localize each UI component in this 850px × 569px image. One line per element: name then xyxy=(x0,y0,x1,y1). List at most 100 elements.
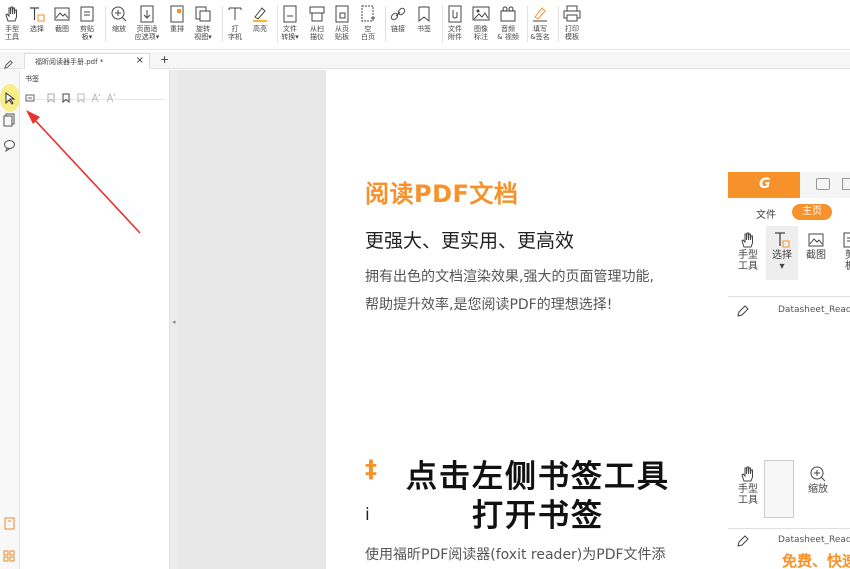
promo-text: 免费、快速 xyxy=(782,552,850,569)
folder-icon xyxy=(816,178,830,190)
ribbon-tool-label: 旋转 视图▾ xyxy=(194,25,212,41)
print-icon xyxy=(562,4,582,24)
section-body: 使用福昕PDF阅读器(foxit reader)为PDF文件添 xyxy=(365,547,666,563)
section-heading: ‡ xyxy=(365,455,377,483)
zoom-tool: 缩放 xyxy=(804,464,832,495)
save-icon xyxy=(842,178,850,190)
document-tab-bar: 福昕阅读器手册.pdf * × + xyxy=(0,52,850,69)
page-body-line: 帮助提升效率,是您阅读PDF的理想选择! xyxy=(365,297,613,313)
highlight-icon xyxy=(250,4,270,24)
ribbon-tool-label: 缩放 xyxy=(112,25,126,33)
ribbon-tool-screenshot[interactable]: 截图 xyxy=(49,4,75,48)
pages-icon[interactable] xyxy=(2,112,17,127)
blank-page-icon xyxy=(358,4,378,24)
ribbon-tool-print[interactable]: 打印 模板 xyxy=(559,4,585,48)
section-subheading: i xyxy=(365,505,370,525)
hand-icon xyxy=(738,230,758,250)
ribbon-tool-fit-page[interactable]: 页面适 应选项▾ xyxy=(134,4,160,48)
bookmark-options-icon[interactable] xyxy=(25,88,35,102)
ribbon-tool-typewriter[interactable]: 打 字机 xyxy=(222,4,248,48)
attachment-icon xyxy=(445,4,465,24)
zoom-icon xyxy=(808,464,828,484)
ribbon-tool-scanner[interactable]: 从扫 描仪 xyxy=(304,4,330,48)
page-heading: 阅读PDF文档 xyxy=(365,180,519,208)
image-annotation-icon xyxy=(471,4,491,24)
app-logo: G xyxy=(728,172,800,198)
tool-label: 截图 xyxy=(806,250,826,261)
hand-icon xyxy=(738,464,758,484)
ribbon-tool-label: 填写 &签名 xyxy=(530,25,550,41)
ribbon-separator xyxy=(222,6,223,42)
embedded-address-bar: Datasheet_Read xyxy=(728,296,850,322)
ribbon-tool-label: 重排 xyxy=(170,25,184,33)
hand-icon xyxy=(2,4,22,24)
bookmark-icon xyxy=(414,4,434,24)
delete-bookmark-icon[interactable] xyxy=(76,88,86,104)
ribbon-tool-label: 高亮 xyxy=(253,25,267,33)
ribbon-tool-from-clipboard[interactable]: 从页 贴板 xyxy=(329,4,355,48)
bookmark-bottom-icon[interactable] xyxy=(3,515,16,530)
ribbon-separator xyxy=(277,6,278,42)
ribbon-tool-zoom[interactable]: 缩放 xyxy=(106,4,132,48)
document-tab[interactable]: 福昕阅读器手册.pdf * × xyxy=(24,53,150,69)
ribbon-tool-label: 文件 转换▾ xyxy=(281,25,299,41)
ribbon-tool-sign[interactable]: 填写 &签名 xyxy=(527,4,553,48)
reflow-icon xyxy=(167,4,187,24)
ribbon-tool-label: 文件 附件 xyxy=(448,25,462,41)
ribbon-tool-rotate[interactable]: 旋转 视图▾ xyxy=(190,4,216,48)
ribbon-tool-image-annotation[interactable]: 图像 标注 xyxy=(468,4,494,48)
ribbon-tool-select-text[interactable]: 选择 xyxy=(24,4,50,48)
ribbon-tool-highlight[interactable]: 高亮 xyxy=(247,4,273,48)
ribbon-separator xyxy=(385,6,386,42)
panel-splitter[interactable]: ◂ xyxy=(169,70,178,569)
select-tool: 选择 ▾ xyxy=(768,230,796,272)
pdf-reader-app: 手型 工具 选择 截图 剪贴 板▾ 缩放 页面适 应选项▾ 重排 旋转 视图▾ 打 字机 高亮 文件… xyxy=(0,0,850,569)
fit-page-icon xyxy=(137,4,157,24)
ribbon-separator xyxy=(558,6,559,42)
comments-icon[interactable] xyxy=(2,138,17,153)
pencil-icon xyxy=(736,303,750,317)
select-text-icon xyxy=(27,4,47,24)
embedded-screenshot: G 文件 主页 手型 工具 选择 ▾ 截图 剪 板 xyxy=(728,172,850,330)
tab-home: 主页 xyxy=(792,204,832,220)
bookmark-panel: 书签 xyxy=(20,70,169,569)
hand-tool: 手型 工具 xyxy=(734,464,762,506)
ribbon-tool-clipboard[interactable]: 剪贴 板▾ xyxy=(74,4,100,48)
add-bookmark-icon[interactable] xyxy=(46,88,56,104)
ribbon-tool-bookmark[interactable]: 书签 xyxy=(411,4,437,48)
typewriter-icon xyxy=(225,4,245,24)
embedded-address-bar: Datasheet_Read xyxy=(728,528,850,550)
expand-bookmarks-icon[interactable] xyxy=(91,88,101,103)
pencil-icon[interactable] xyxy=(3,55,14,69)
ribbon-tool-label: 剪贴 板▾ xyxy=(80,25,94,41)
bookmark-panel-button[interactable] xyxy=(2,91,17,106)
bookmark-filled-icon[interactable] xyxy=(61,88,71,104)
ribbon-tool-link[interactable]: 链接 xyxy=(385,4,411,48)
selection-group-box xyxy=(764,460,794,518)
new-tab-button[interactable]: + xyxy=(160,53,169,66)
apps-icon[interactable] xyxy=(3,548,16,562)
ribbon-tool-label: 链接 xyxy=(391,25,405,33)
ribbon-tool-attachment[interactable]: 文件 附件 xyxy=(442,4,468,48)
ribbon-tool-hand[interactable]: 手型 工具 xyxy=(0,4,25,48)
ribbon-tool-label: 页面适 应选项▾ xyxy=(134,25,160,41)
screenshot-icon xyxy=(52,4,72,24)
caption-line: 打开书签 xyxy=(472,498,604,534)
ribbon-tool-reflow[interactable]: 重排 xyxy=(164,4,190,48)
collapse-arrow-icon[interactable]: ◂ xyxy=(172,318,176,326)
tab-file: 文件 xyxy=(756,210,776,221)
ribbon-tool-label: 空 白页 xyxy=(361,25,375,41)
embedded-doc-name: Datasheet_Read xyxy=(778,305,850,315)
link-icon xyxy=(388,4,408,24)
ribbon-tool-blank-page[interactable]: 空 白页 xyxy=(355,4,381,48)
ribbon-separator xyxy=(527,6,528,42)
ribbon-separator xyxy=(105,6,106,42)
collapse-bookmarks-icon[interactable] xyxy=(106,88,116,103)
audio-video-icon xyxy=(498,4,518,24)
ribbon-tool-file-convert[interactable]: 文件 转换▾ xyxy=(277,4,303,48)
ribbon-tool-label: 图像 标注 xyxy=(474,25,488,41)
ribbon-tool-audio-video[interactable]: 音频 & 视频 xyxy=(495,4,521,48)
close-tab-icon[interactable]: × xyxy=(136,55,144,66)
pencil-icon xyxy=(736,533,750,547)
screenshot-tool: 截图 xyxy=(802,230,830,261)
